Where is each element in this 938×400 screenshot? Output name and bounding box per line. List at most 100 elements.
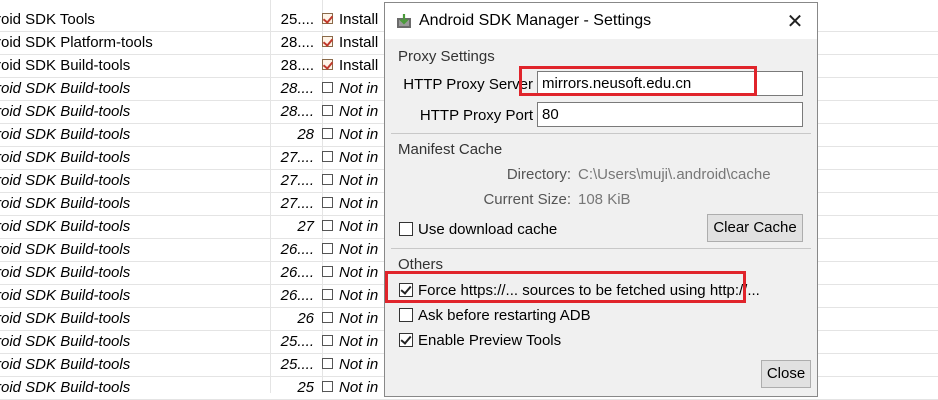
http-proxy-server-input[interactable]: mirrors.neusoft.edu.cn [537,71,803,96]
package-name: roid SDK Build-tools [0,333,131,350]
package-revision: 26 [297,310,314,327]
package-status-text: Not in [339,103,379,120]
close-icon[interactable]: ✕ [783,11,807,33]
package-status: Not in [322,147,392,169]
installed-icon [322,59,333,71]
package-status-text: Install [339,57,379,74]
package-status: Not in [322,124,392,146]
package-revision: 25.... [280,333,314,350]
close-button[interactable]: Close [761,360,811,388]
package-name: roid SDK Build-tools [0,103,131,120]
enable-preview-tools-checkbox[interactable] [399,333,413,347]
package-status-text: Not in [339,126,379,143]
package-name: roid SDK Build-tools [0,149,131,166]
package-name: roid SDK Tools [0,11,95,28]
section-divider [391,248,811,249]
package-status: Not in [322,193,392,215]
use-download-cache-checkbox[interactable] [399,222,413,236]
http-proxy-port-label: HTTP Proxy Port [419,107,533,124]
package-status: Install [322,32,392,54]
package-status-text: Not in [339,310,379,327]
package-name: roid SDK Build-tools [0,379,131,396]
package-name: roid SDK Build-tools [0,195,131,212]
package-status-text: Not in [339,149,379,166]
manifest-cache-title: Manifest Cache [398,141,503,158]
package-revision: 27.... [280,149,314,166]
proxy-settings-title: Proxy Settings [398,48,495,65]
package-status: Not in [322,354,392,376]
package-revision: 28.... [280,80,314,97]
not-installed-icon [322,381,333,393]
package-revision: 28.... [280,103,314,120]
package-status-text: Not in [339,172,379,189]
not-installed-icon [322,243,333,255]
package-status-text: Not in [339,287,379,304]
not-installed-icon [322,197,333,209]
package-status-text: Not in [339,333,379,350]
package-status-text: Not in [339,356,379,373]
not-installed-icon [322,105,333,117]
package-status: Not in [322,331,392,353]
package-revision: 26.... [280,287,314,304]
directory-value: C:\Users\muji\.android\cache [578,166,771,183]
package-status-text: Not in [339,218,379,235]
force-https-checkbox[interactable] [399,283,413,297]
ask-restart-adb-label[interactable]: Ask before restarting ADB [418,307,591,324]
directory-label: Directory: [506,166,571,183]
package-status: Not in [322,262,392,284]
package-revision: 26.... [280,241,314,258]
package-name: roid SDK Build-tools [0,80,131,97]
package-status-text: Not in [339,195,379,212]
section-divider [391,133,811,134]
package-revision: 28 [297,126,314,143]
not-installed-icon [322,220,333,232]
package-status-text: Not in [339,264,379,281]
package-status: Not in [322,239,392,261]
package-revision: 25.... [280,11,314,28]
package-revision: 27.... [280,172,314,189]
package-name: roid SDK Build-tools [0,310,131,327]
not-installed-icon [322,128,333,140]
package-name: roid SDK Build-tools [0,172,131,189]
dialog-titlebar[interactable]: Android SDK Manager - Settings ✕ [385,3,817,39]
package-name: roid SDK Build-tools [0,126,131,143]
sdk-manager-icon [397,14,411,28]
clear-cache-button[interactable]: Clear Cache [707,214,803,242]
enable-preview-tools-label[interactable]: Enable Preview Tools [418,332,561,349]
http-proxy-server-label: HTTP Proxy Server [403,76,533,93]
package-name: roid SDK Build-tools [0,264,131,281]
force-https-label[interactable]: Force https://... sources to be fetched … [418,282,760,299]
package-status: Not in [322,78,392,100]
package-name: roid SDK Build-tools [0,356,131,373]
installed-icon [322,13,333,25]
not-installed-icon [322,266,333,278]
package-revision: 27.... [280,195,314,212]
dialog-title: Android SDK Manager - Settings [419,12,652,29]
not-installed-icon [322,151,333,163]
installed-icon [322,36,333,48]
package-status: Install [322,55,392,77]
not-installed-icon [322,174,333,186]
package-status-text: Install [339,34,379,51]
package-status: Not in [322,170,392,192]
package-status: Not in [322,285,392,307]
http-proxy-port-input[interactable]: 80 [537,102,803,127]
current-size-label: Current Size: [483,191,571,208]
use-download-cache-label[interactable]: Use download cache [418,221,557,238]
not-installed-icon [322,289,333,301]
package-status-text: Not in [339,80,379,97]
package-revision: 25.... [280,356,314,373]
package-status: Not in [322,101,392,123]
not-installed-icon [322,335,333,347]
package-status: Install [322,9,392,31]
package-name: roid SDK Platform-tools [0,34,153,51]
package-name: roid SDK Build-tools [0,57,131,74]
ask-restart-adb-checkbox[interactable] [399,308,413,322]
package-name: roid SDK Build-tools [0,287,131,304]
current-size-value: 108 KiB [578,191,631,208]
settings-dialog: Android SDK Manager - Settings ✕ Proxy S… [384,2,818,397]
package-status: Not in [322,308,392,330]
package-status-text: Not in [339,241,379,258]
package-status-text: Install [339,11,379,28]
package-status: Not in [322,377,392,399]
